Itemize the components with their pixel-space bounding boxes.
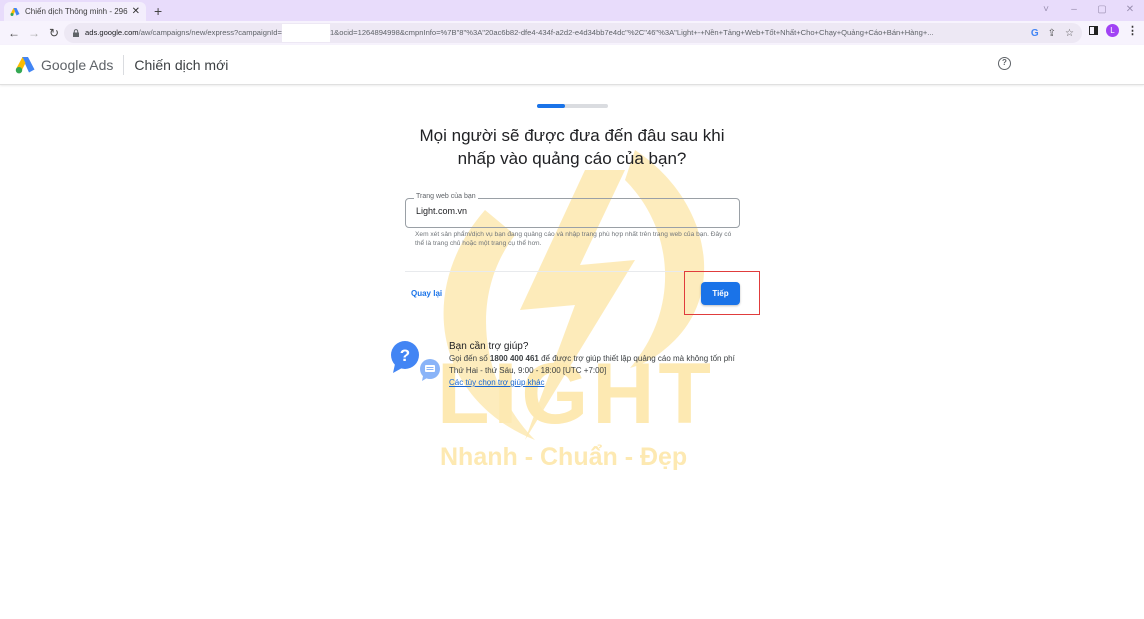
help-icon[interactable]: ? (998, 57, 1011, 70)
website-field[interactable]: Trang web của bạn (405, 193, 740, 228)
website-field-label: Trang web của bạn (414, 193, 478, 200)
support-phone-number: 1800 400 461 (489, 354, 539, 363)
google-ads-favicon-icon (10, 7, 20, 16)
forward-arrow-icon[interactable]: → (24, 26, 44, 40)
google-ads-logo-icon (15, 56, 35, 73)
svg-text:?: ? (400, 346, 410, 365)
website-input[interactable] (416, 206, 726, 216)
url-query: 1&ocid=1264894998&cmpnInfo=%7B"8"%3A"20a… (329, 28, 934, 37)
bookmark-star-icon[interactable]: ☆ (1065, 28, 1074, 39)
share-icon[interactable]: ⇪ (1048, 28, 1056, 39)
url-text: ads.google.com/aw/campaigns/new/express?… (85, 24, 1031, 42)
website-hint: Xem xét sản phẩm/dịch vụ bạn đang quảng … (415, 231, 732, 247)
browser-tab-strip: Chiến dịch Thông minh - 296-09 ✕ + ˅ – ▢… (0, 0, 1144, 21)
heading-line-2: nhấp vào quảng cáo của bạn? (457, 149, 687, 168)
tab-close-icon[interactable]: ✕ (132, 6, 140, 17)
support-hours: Thứ Hai - thứ Sáu, 9:00 - 18:00 [UTC +7:… (449, 366, 607, 375)
next-button[interactable]: Tiếp (701, 282, 740, 305)
browser-tab[interactable]: Chiến dịch Thông minh - 296-09 ✕ (4, 2, 146, 21)
page-title: Chiến dịch mới (134, 56, 229, 73)
back-arrow-icon[interactable]: ← (4, 26, 24, 40)
call-prefix: Gọi đến số (449, 354, 490, 363)
header-divider (123, 54, 125, 75)
new-tab-button[interactable]: + (154, 2, 162, 20)
support-title: Bạn cần trợ giúp? (449, 341, 529, 352)
url-domain: ads.google.com (85, 28, 139, 37)
heading-line-1: Mọi người sẽ được đưa đến đâu sau khi (419, 126, 725, 145)
other-help-options-link[interactable]: Các tùy chọn trợ giúp khác (449, 378, 545, 387)
app-header: Google Ads Chiến dịch mới ? (0, 45, 1144, 85)
support-phone-line: Gọi đến số 1800 400 461 để được trợ giúp… (449, 353, 735, 365)
browser-toolbar: ← → ↻ ads.google.com/aw/campaigns/new/ex… (0, 21, 1144, 45)
url-path: /aw/campaigns/new/express?campaignId= (138, 28, 282, 37)
question-heading: Mọi người sẽ được đưa đến đâu sau khi nh… (400, 124, 744, 170)
side-panel-icon[interactable] (1089, 26, 1098, 35)
watermark-tagline: Nhanh - Chuẩn - Đẹp (440, 443, 688, 471)
tab-search-icon[interactable]: ˅ (1032, 2, 1060, 18)
support-info: Bạn cần trợ giúp? Gọi đến số 1800 400 46… (449, 341, 735, 389)
window-controls: ˅ – ▢ ✕ (1032, 2, 1144, 18)
step-progress-bar (537, 104, 608, 108)
step-progress-fill (537, 104, 566, 108)
minimize-icon[interactable]: – (1060, 2, 1088, 18)
google-lens-icon[interactable]: G (1031, 28, 1039, 39)
support-chat-icon: ? (391, 341, 440, 381)
call-suffix: để được trợ giúp thiết lập quảng cáo mà … (538, 354, 735, 363)
brand-name: Google Ads (41, 56, 114, 73)
close-window-icon[interactable]: ✕ (1116, 2, 1144, 18)
lock-icon (73, 29, 79, 37)
light-logo-watermark (443, 150, 705, 440)
menu-kebab-icon[interactable]: ⋮ (1127, 24, 1138, 37)
maximize-icon[interactable]: ▢ (1088, 2, 1116, 18)
redacted-area (281, 24, 330, 42)
address-bar[interactable]: ads.google.com/aw/campaigns/new/express?… (64, 23, 1082, 43)
reload-icon[interactable]: ↻ (44, 26, 64, 40)
back-button[interactable]: Quay lại (411, 289, 442, 298)
profile-avatar[interactable]: L (1106, 24, 1119, 37)
tab-title: Chiến dịch Thông minh - 296-09 (25, 7, 128, 16)
